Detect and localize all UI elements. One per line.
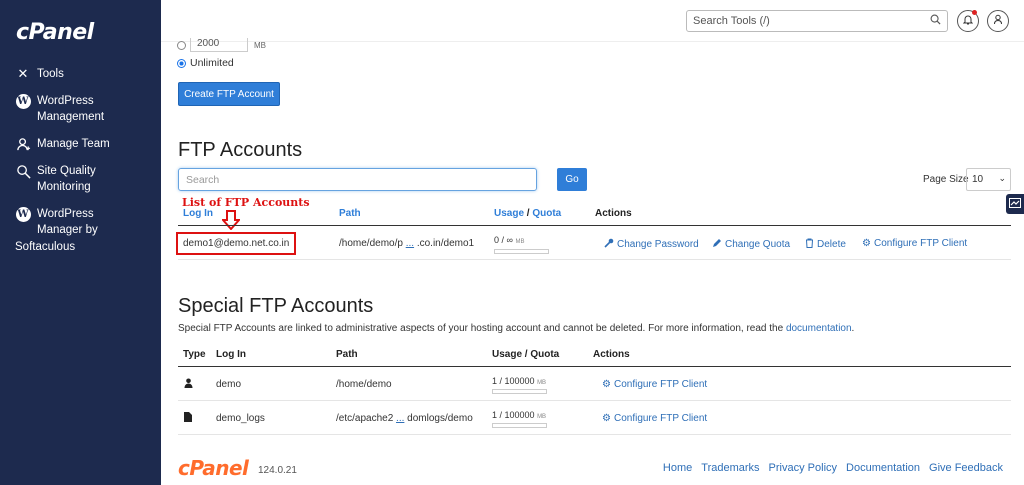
divider <box>178 366 1011 367</box>
special-login-cell: demo <box>216 379 242 390</box>
user-icon <box>993 14 1003 28</box>
col-actions: Actions <box>595 208 632 219</box>
ftp-usage-cell: 0 / ∞ MB <box>494 235 525 245</box>
quota-input[interactable]: 2000 <box>190 38 248 52</box>
magnifier-icon <box>14 163 32 179</box>
quota-row: 2000 MB <box>177 38 266 52</box>
sidebar-item-label: WordPress Management <box>37 95 105 123</box>
tools-icon: ✕ <box>17 66 29 81</box>
col-quota[interactable]: Quota <box>532 208 561 219</box>
footer-link-documentation[interactable]: Documentation <box>846 462 920 474</box>
special-usage-cell: 1 / 100000 MB <box>492 410 547 420</box>
search-tools-input[interactable]: Search Tools (/) <box>686 10 948 32</box>
sidebar-item-label: Softaculous <box>15 241 76 253</box>
chevron-down-icon: ⌄ <box>998 173 1006 183</box>
annotation-arrow <box>222 210 240 230</box>
sidebar-item-wordpress-manager[interactable]: W WordPress Manager by <box>14 206 98 238</box>
pencil-icon <box>712 238 722 251</box>
sidebar-item-label: Site Quality Monitoring <box>37 165 96 193</box>
col-actions: Actions <box>593 349 630 360</box>
quota-radio-unlimited[interactable] <box>177 58 186 68</box>
footer-link-home[interactable]: Home <box>663 462 692 474</box>
special-ftp-title: Special FTP Accounts <box>178 295 374 317</box>
sidebar-item-manage-team[interactable]: Manage Team <box>14 136 110 152</box>
col-path: Path <box>336 349 358 360</box>
sidebar-item-tools[interactable]: ✕ Tools <box>14 66 64 82</box>
change-password-link[interactable]: Change Password <box>604 238 699 251</box>
notification-dot <box>972 10 977 15</box>
special-usage-cell: 1 / 100000 MB <box>492 376 547 386</box>
usage-bar <box>492 423 547 428</box>
divider <box>178 434 1011 435</box>
documentation-link[interactable]: documentation <box>786 323 852 334</box>
wordpress-icon: W <box>15 94 31 109</box>
usage-bar <box>494 249 549 254</box>
quota-unit: MB <box>254 40 266 50</box>
special-login-cell: demo_logs <box>216 413 265 424</box>
footer-cpanel-logo[interactable]: cPanel <box>178 456 249 480</box>
footer-link-trademarks[interactable]: Trademarks <box>701 462 759 474</box>
file-icon <box>184 412 192 425</box>
sidebar-item-softaculous[interactable]: Softaculous <box>15 239 75 255</box>
divider <box>178 400 1011 401</box>
topbar: Search Tools (/) <box>161 0 1024 42</box>
user-icon <box>184 378 193 391</box>
sidebar-item-label: Tools <box>37 68 64 80</box>
configure-ftp-client-link[interactable]: ⚙ Configure FTP Client <box>862 238 967 249</box>
footer-links: Home Trademarks Privacy Policy Documenta… <box>663 462 1003 474</box>
page-size-label: Page Size <box>923 174 969 185</box>
special-path-cell: /etc/apache2 ... domlogs/demo <box>336 413 473 424</box>
stats-tab[interactable] <box>1006 194 1024 214</box>
search-icon[interactable] <box>930 14 941 28</box>
delete-link[interactable]: Delete <box>805 238 846 251</box>
divider <box>178 259 1011 260</box>
ftp-path-cell: /home/demo/p ... .co.in/demo1 <box>339 238 475 249</box>
col-type: Type <box>183 349 206 360</box>
page-size-select[interactable]: 10 ⌄ <box>966 168 1011 191</box>
path-ellipsis[interactable]: ... <box>396 413 404 424</box>
ftp-accounts-title: FTP Accounts <box>178 139 303 161</box>
trash-icon <box>805 238 814 251</box>
col-path[interactable]: Path <box>339 208 361 219</box>
sidebar-item-wordpress-management[interactable]: W WordPress Management <box>14 93 104 125</box>
usage-bar <box>492 389 547 394</box>
unlimited-option[interactable]: Unlimited <box>177 57 234 69</box>
footer-link-feedback[interactable]: Give Feedback <box>929 462 1003 474</box>
configure-ftp-client-link[interactable]: ⚙ Configure FTP Client <box>602 413 707 424</box>
configure-ftp-client-link[interactable]: ⚙ Configure FTP Client <box>602 379 707 390</box>
gear-icon: ⚙ <box>602 379 611 390</box>
create-ftp-account-button[interactable]: Create FTP Account <box>178 82 280 106</box>
quota-radio-limited[interactable] <box>177 40 186 50</box>
team-icon <box>14 136 32 152</box>
user-menu-button[interactable] <box>987 10 1009 32</box>
special-ftp-description: Special FTP Accounts are linked to admin… <box>178 323 855 334</box>
ftp-search-input[interactable]: Search <box>178 168 537 191</box>
cpanel-logo[interactable]: cPanel <box>16 20 94 45</box>
sidebar-item-label: Manage Team <box>37 138 110 150</box>
col-usage-quota: Usage / Quota <box>494 208 562 219</box>
gear-icon: ⚙ <box>602 413 611 424</box>
version-label: 124.0.21 <box>258 465 297 476</box>
key-icon <box>604 238 614 251</box>
sidebar-item-site-quality[interactable]: Site Quality Monitoring <box>14 163 96 195</box>
bell-icon <box>962 14 974 28</box>
path-ellipsis[interactable]: ... <box>406 238 414 249</box>
notifications-button[interactable] <box>957 10 979 32</box>
special-path-cell: /home/demo <box>336 379 392 390</box>
footer-link-privacy[interactable]: Privacy Policy <box>769 462 837 474</box>
wordpress-icon: W <box>15 207 31 222</box>
col-login: Log In <box>216 349 246 360</box>
divider <box>178 225 1011 226</box>
ftp-login-cell: demo1@demo.net.co.in <box>176 232 297 255</box>
col-usage-quota: Usage / Quota <box>492 349 560 360</box>
chart-icon <box>1009 197 1021 211</box>
go-button[interactable]: Go <box>557 168 587 191</box>
col-login[interactable]: Log In <box>183 208 213 219</box>
col-usage[interactable]: Usage <box>494 208 524 219</box>
main-content: 2000 MB Unlimited Create FTP Account FTP… <box>161 38 1024 485</box>
gear-icon: ⚙ <box>862 238 871 249</box>
sidebar: cPanel ✕ Tools W WordPress Management Ma… <box>0 0 161 485</box>
sidebar-item-label: WordPress Manager by <box>37 208 98 236</box>
change-quota-link[interactable]: Change Quota <box>712 238 790 251</box>
